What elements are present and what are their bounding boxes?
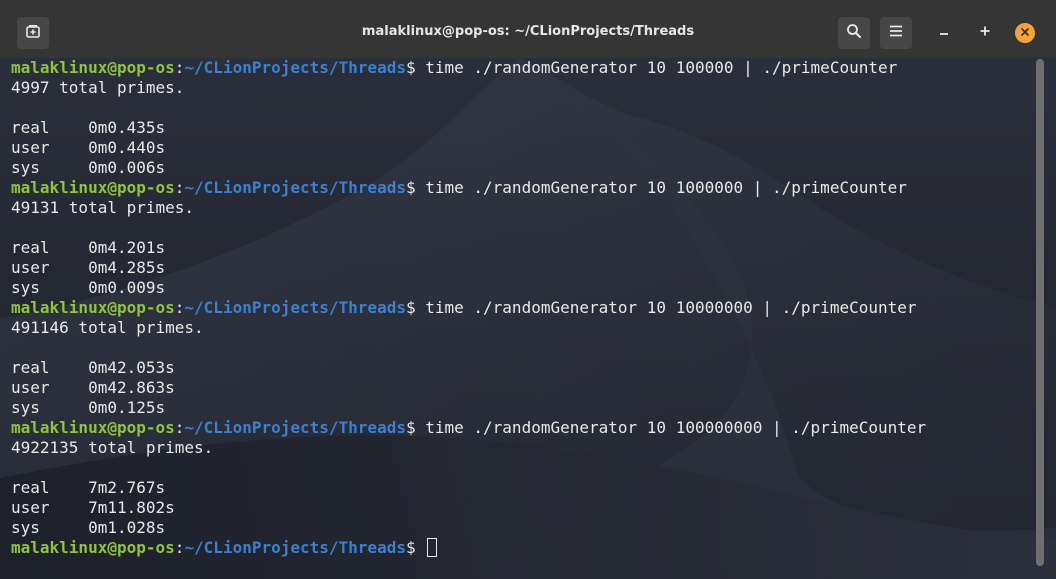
prompt-path: ~/CLionProjects/Threads: [184, 298, 406, 317]
prompt-colon: :: [174, 178, 185, 197]
time-sys-line: sys 0m1.028s: [11, 518, 166, 537]
text-cursor: [427, 538, 438, 557]
prompt-line: malaklinux@pop-os:~/CLionProjects/Thread…: [11, 538, 926, 558]
prompt-path: ~/CLionProjects/Threads: [184, 538, 406, 557]
output-line: 49131 total primes.: [11, 198, 195, 217]
time-real-line: real 7m2.767s: [11, 478, 166, 497]
prompt-line: malaklinux@pop-os:~/CLionProjects/Thread…: [11, 418, 926, 438]
close-icon: [1020, 24, 1030, 42]
prompt-colon: :: [174, 58, 185, 77]
time-real-line: real 0m42.053s: [11, 358, 175, 377]
search-button[interactable]: [838, 17, 870, 49]
output-line: 4997 total primes.: [11, 78, 185, 97]
prompt-line: malaklinux@pop-os:~/CLionProjects/Thread…: [11, 178, 926, 198]
minimize-button[interactable]: [928, 17, 960, 49]
prompt-user-host: malaklinux@pop-os: [11, 58, 175, 77]
time-user-line: user 0m0.440s: [11, 138, 166, 157]
command-text: time ./randomGenerator 10 10000000 | ./p…: [425, 298, 917, 317]
time-user-line: user 0m4.285s: [11, 258, 166, 277]
minimize-icon: [938, 24, 950, 42]
command-text: time ./randomGenerator 10 100000000 | ./…: [425, 418, 927, 437]
prompt-colon: :: [174, 418, 185, 437]
prompt-line: malaklinux@pop-os:~/CLionProjects/Thread…: [11, 298, 926, 318]
prompt-user-host: malaklinux@pop-os: [11, 538, 175, 557]
time-sys-line: sys 0m0.125s: [11, 398, 166, 417]
command-text: time ./randomGenerator 10 100000 | ./pri…: [425, 58, 898, 77]
prompt-path: ~/CLionProjects/Threads: [184, 178, 406, 197]
output-line: 491146 total primes.: [11, 318, 204, 337]
maximize-icon: [979, 24, 991, 42]
hamburger-menu-icon: [889, 24, 903, 42]
prompt-symbol: $: [405, 418, 426, 437]
prompt-path: ~/CLionProjects/Threads: [184, 58, 406, 77]
time-user-line: user 7m11.802s: [11, 498, 175, 517]
search-icon: [846, 23, 862, 44]
close-button[interactable]: [1015, 23, 1035, 43]
maximize-button[interactable]: [969, 17, 1001, 49]
time-real-line: real 0m0.435s: [11, 118, 166, 137]
prompt-user-host: malaklinux@pop-os: [11, 418, 175, 437]
time-real-line: real 0m4.201s: [11, 238, 166, 257]
output-line: 4922135 total primes.: [11, 438, 214, 457]
terminal-output: malaklinux@pop-os:~/CLionProjects/Thread…: [11, 58, 926, 558]
prompt-colon: :: [174, 298, 185, 317]
prompt-symbol: $: [405, 538, 426, 557]
terminal-window: malaklinux@pop-os: ~/CLionProjects/Threa…: [0, 0, 1056, 579]
prompt-line: malaklinux@pop-os:~/CLionProjects/Thread…: [11, 58, 926, 78]
command-text: time ./randomGenerator 10 1000000 | ./pr…: [425, 178, 907, 197]
prompt-path: ~/CLionProjects/Threads: [184, 418, 406, 437]
prompt-user-host: malaklinux@pop-os: [11, 178, 175, 197]
time-sys-line: sys 0m0.009s: [11, 278, 166, 297]
time-sys-line: sys 0m0.006s: [11, 158, 166, 177]
prompt-symbol: $: [405, 178, 426, 197]
menu-button[interactable]: [880, 17, 912, 49]
prompt-symbol: $: [405, 298, 426, 317]
scrollbar[interactable]: [1036, 59, 1044, 566]
prompt-colon: :: [174, 538, 185, 557]
time-user-line: user 0m42.863s: [11, 378, 175, 397]
prompt-user-host: malaklinux@pop-os: [11, 298, 175, 317]
title-bar[interactable]: malaklinux@pop-os: ~/CLionProjects/Threa…: [0, 0, 1056, 59]
terminal-area[interactable]: malaklinux@pop-os:~/CLionProjects/Thread…: [0, 58, 1056, 579]
prompt-symbol: $: [405, 58, 426, 77]
